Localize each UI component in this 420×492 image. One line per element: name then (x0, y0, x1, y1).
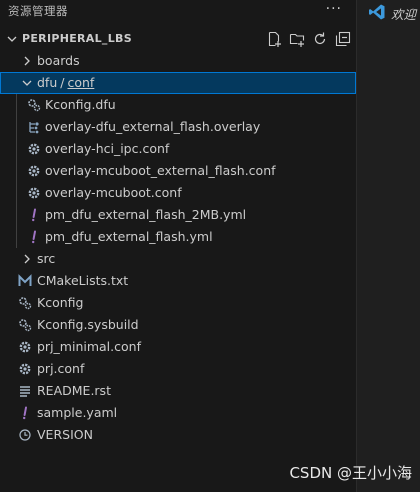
tree-item-overlay-mcuboot-external-flash[interactable]: overlay-mcuboot_external_flash.conf (0, 160, 356, 182)
tree-item-kconfig-sysbuild[interactable]: Kconfig.sysbuild (0, 314, 356, 336)
tree-item-label: pm_dfu_external_flash.yml (45, 229, 213, 244)
explorer-sidebar: 资源管理器 ··· PERIPHERAL_LBS boards dfu / co… (0, 0, 357, 492)
kconfig-icon (26, 97, 42, 113)
gear-icon (26, 163, 42, 179)
vscode-logo-icon (369, 4, 385, 20)
tree-item-version[interactable]: VERSION (0, 424, 356, 446)
kconfig-icon (17, 295, 33, 311)
devicetree-icon (26, 119, 42, 135)
tree-item-label: overlay-mcuboot.conf (45, 185, 182, 200)
editor-area: 欢迎 (357, 0, 420, 492)
file-tree: boards dfu / conf Kconfig.dfu overlay-df… (0, 50, 356, 446)
tree-item-label: pm_dfu_external_flash_2MB.yml (45, 207, 247, 222)
yaml-icon (26, 207, 42, 223)
tree-item-label: Kconfig (37, 295, 84, 310)
explorer-title: 资源管理器 (8, 4, 68, 18)
tree-item-kconfig[interactable]: Kconfig (0, 292, 356, 314)
new-folder-icon[interactable] (288, 30, 306, 48)
tree-item-overlay-hci-ipc[interactable]: overlay-hci_ipc.conf (0, 138, 356, 160)
tree-item-readme[interactable]: README.rst (0, 380, 356, 402)
tree-item-label: boards (37, 53, 80, 68)
tree-item-prj-conf[interactable]: prj.conf (0, 358, 356, 380)
tree-item-label: sample.yaml (37, 405, 118, 420)
section-actions (265, 30, 352, 48)
kconfig-icon (17, 317, 33, 333)
path-separator: / (60, 75, 65, 90)
tree-item-label: dfu / conf (37, 75, 94, 90)
tree-item-overlay-mcuboot[interactable]: overlay-mcuboot.conf (0, 182, 356, 204)
chevron-right-icon (24, 56, 30, 66)
project-name: PERIPHERAL_LBS (22, 32, 132, 45)
tab-welcome[interactable]: 欢迎 (391, 4, 416, 23)
text-lines-icon (17, 383, 33, 399)
new-file-icon[interactable] (265, 30, 283, 48)
tree-item-pm-dfu-external-flash[interactable]: pm_dfu_external_flash.yml (0, 226, 356, 248)
tree-item-pm-dfu-external-flash-2mb[interactable]: pm_dfu_external_flash_2MB.yml (0, 204, 356, 226)
tree-item-boards[interactable]: boards (0, 50, 356, 72)
refresh-icon[interactable] (311, 30, 329, 48)
chevron-right-icon (24, 254, 30, 264)
tree-item-label: README.rst (37, 383, 111, 398)
gear-icon (26, 141, 42, 157)
chevron-down-icon (7, 36, 17, 42)
project-section-header[interactable]: PERIPHERAL_LBS (0, 28, 356, 50)
tree-item-label: overlay-mcuboot_external_flash.conf (45, 163, 276, 178)
gear-icon (26, 185, 42, 201)
clock-icon (17, 427, 33, 443)
tree-item-label: overlay-dfu_external_flash.overlay (45, 119, 261, 134)
folder-dfu-label[interactable]: dfu (37, 75, 57, 90)
gear-icon (17, 361, 33, 377)
tree-item-overlay-dfu-external-flash[interactable]: overlay-dfu_external_flash.overlay (0, 116, 356, 138)
tree-item-label: CMakeLists.txt (37, 273, 129, 288)
tree-item-dfu-conf[interactable]: dfu / conf (0, 72, 356, 94)
tree-item-label: overlay-hci_ipc.conf (45, 141, 170, 156)
tree-item-kconfig-dfu[interactable]: Kconfig.dfu (0, 94, 356, 116)
tree-item-src[interactable]: src (0, 248, 356, 270)
folder-conf-label[interactable]: conf (67, 75, 94, 90)
tree-item-label: src (37, 251, 56, 266)
gear-icon (17, 339, 33, 355)
tree-item-label: prj_minimal.conf (37, 339, 141, 354)
yaml-icon (17, 405, 33, 421)
collapse-all-icon[interactable] (334, 30, 352, 48)
watermark: CSDN @王小小海 (289, 464, 412, 482)
cmake-icon (17, 273, 33, 289)
chevron-down-icon (22, 80, 32, 86)
tree-item-cmakelists[interactable]: CMakeLists.txt (0, 270, 356, 292)
tree-item-prj-minimal[interactable]: prj_minimal.conf (0, 336, 356, 358)
tree-item-label: Kconfig.sysbuild (37, 317, 139, 332)
tree-item-label: prj.conf (37, 361, 85, 376)
yaml-icon (26, 229, 42, 245)
explorer-title-bar: 资源管理器 ··· (0, 0, 356, 22)
tree-item-sample-yaml[interactable]: sample.yaml (0, 402, 356, 424)
tree-item-label: VERSION (37, 427, 93, 442)
more-actions-button[interactable]: ··· (326, 1, 342, 17)
tree-item-label: Kconfig.dfu (45, 97, 116, 112)
